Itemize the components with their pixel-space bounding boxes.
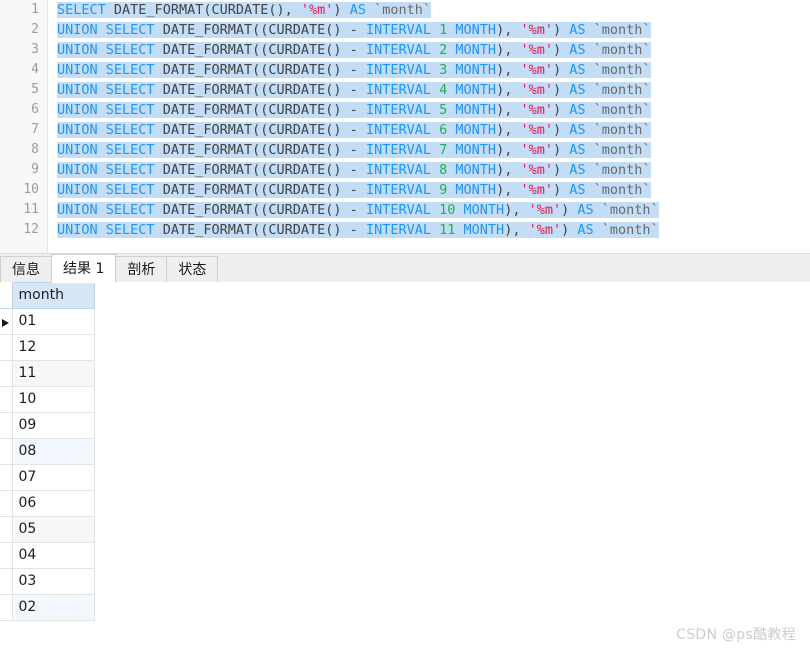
code-line-text: UNION SELECT DATE_FORMAT((CURDATE() - IN… xyxy=(57,142,651,158)
cell-month[interactable]: 12 xyxy=(11,334,95,361)
line-number: 6 xyxy=(31,102,39,117)
code-line-text: UNION SELECT DATE_FORMAT((CURDATE() - IN… xyxy=(57,62,651,78)
line-number: 10 xyxy=(23,182,39,197)
code-line[interactable]: UNION SELECT DATE_FORMAT((CURDATE() - IN… xyxy=(48,80,810,100)
code-line[interactable]: SELECT DATE_FORMAT(CURDATE(), '%m') AS `… xyxy=(48,0,810,20)
sql-code-area[interactable]: SELECT DATE_FORMAT(CURDATE(), '%m') AS `… xyxy=(48,0,810,253)
code-line[interactable]: UNION SELECT DATE_FORMAT((CURDATE() - IN… xyxy=(48,100,810,120)
result-grid[interactable]: month 01 12 11 10 09 08 07 06 05 04 03 02 xyxy=(0,282,95,621)
line-number: 12 xyxy=(23,222,39,237)
result-tab-bar: 信息 结果 1 剖析 状态 xyxy=(0,253,810,283)
table-row[interactable]: 01 xyxy=(0,308,95,335)
code-line[interactable]: UNION SELECT DATE_FORMAT((CURDATE() - IN… xyxy=(48,60,810,80)
cell-month[interactable]: 02 xyxy=(11,594,95,621)
cell-month[interactable]: 09 xyxy=(11,412,95,439)
cell-month[interactable]: 07 xyxy=(11,464,95,491)
tab-status[interactable]: 状态 xyxy=(166,256,219,283)
row-indicator-cell[interactable] xyxy=(0,542,13,569)
cell-month[interactable]: 10 xyxy=(11,386,95,413)
tab-info[interactable]: 信息 xyxy=(0,256,52,283)
cell-month[interactable]: 01 xyxy=(11,308,95,335)
line-number: 1 xyxy=(31,2,39,17)
code-line-text: UNION SELECT DATE_FORMAT((CURDATE() - IN… xyxy=(57,122,651,138)
row-indicator-cell[interactable] xyxy=(0,464,13,491)
tab-profile[interactable]: 剖析 xyxy=(115,256,168,283)
line-number: 8 xyxy=(31,142,39,157)
table-row[interactable]: 10 xyxy=(0,386,95,413)
line-number: 3 xyxy=(31,42,39,57)
table-row[interactable]: 02 xyxy=(0,594,95,621)
cell-month[interactable]: 08 xyxy=(11,438,95,465)
current-row-arrow-icon xyxy=(2,318,10,327)
line-number-gutter: 1 2 3 4 5 6 7 8 9 10 11 12 xyxy=(0,0,48,253)
code-line[interactable]: UNION SELECT DATE_FORMAT((CURDATE() - IN… xyxy=(48,40,810,60)
tab-result-1[interactable]: 结果 1 xyxy=(51,254,117,283)
code-line-text: UNION SELECT DATE_FORMAT((CURDATE() - IN… xyxy=(57,42,651,58)
table-row[interactable]: 12 xyxy=(0,334,95,361)
result-grid-body[interactable]: 01 12 11 10 09 08 07 06 05 04 03 02 xyxy=(0,308,95,621)
row-indicator-header xyxy=(0,282,12,309)
table-row[interactable]: 05 xyxy=(0,516,95,543)
line-number: 4 xyxy=(31,62,39,77)
row-indicator-cell[interactable] xyxy=(0,334,13,361)
line-number: 5 xyxy=(31,82,39,97)
row-indicator-cell[interactable] xyxy=(0,490,13,517)
table-row[interactable]: 03 xyxy=(0,568,95,595)
table-row[interactable]: 09 xyxy=(0,412,95,439)
code-line-text: UNION SELECT DATE_FORMAT((CURDATE() - IN… xyxy=(57,202,659,218)
line-number: 9 xyxy=(31,162,39,177)
column-header-month[interactable]: month xyxy=(11,282,95,309)
code-line-text: UNION SELECT DATE_FORMAT((CURDATE() - IN… xyxy=(57,102,651,118)
row-indicator-cell[interactable] xyxy=(0,594,13,621)
line-number: 11 xyxy=(23,202,39,217)
table-row[interactable]: 08 xyxy=(0,438,95,465)
row-indicator-cell[interactable] xyxy=(0,386,13,413)
result-grid-panel[interactable]: month 01 12 11 10 09 08 07 06 05 04 03 02 xyxy=(0,282,810,653)
tab-bar-filler xyxy=(217,256,810,283)
cell-month[interactable]: 04 xyxy=(11,542,95,569)
code-line[interactable]: UNION SELECT DATE_FORMAT((CURDATE() - IN… xyxy=(48,180,810,200)
header-row: month xyxy=(0,282,95,309)
code-line-text: UNION SELECT DATE_FORMAT((CURDATE() - IN… xyxy=(57,182,651,198)
code-line[interactable]: UNION SELECT DATE_FORMAT((CURDATE() - IN… xyxy=(48,200,810,220)
csdn-watermark: CSDN @ps酷教程 xyxy=(676,627,796,643)
result-grid-header: month xyxy=(0,282,95,309)
table-row[interactable]: 11 xyxy=(0,360,95,387)
code-line[interactable]: UNION SELECT DATE_FORMAT((CURDATE() - IN… xyxy=(48,20,810,40)
cell-month[interactable]: 03 xyxy=(11,568,95,595)
code-line-text: UNION SELECT DATE_FORMAT((CURDATE() - IN… xyxy=(57,22,651,38)
line-number: 2 xyxy=(31,22,39,37)
code-line-text: UNION SELECT DATE_FORMAT((CURDATE() - IN… xyxy=(57,82,651,98)
code-line[interactable]: UNION SELECT DATE_FORMAT((CURDATE() - IN… xyxy=(48,220,810,240)
table-row[interactable]: 04 xyxy=(0,542,95,569)
line-number: 7 xyxy=(31,122,39,137)
cell-month[interactable]: 06 xyxy=(11,490,95,517)
row-indicator-cell[interactable] xyxy=(0,568,13,595)
code-line-text: UNION SELECT DATE_FORMAT((CURDATE() - IN… xyxy=(57,222,659,238)
row-indicator-cell[interactable] xyxy=(0,360,13,387)
code-line[interactable]: UNION SELECT DATE_FORMAT((CURDATE() - IN… xyxy=(48,120,810,140)
row-indicator-cell[interactable] xyxy=(0,308,13,335)
row-indicator-cell[interactable] xyxy=(0,412,13,439)
row-indicator-cell[interactable] xyxy=(0,438,13,465)
table-row[interactable]: 07 xyxy=(0,464,95,491)
table-row[interactable]: 06 xyxy=(0,490,95,517)
cell-month[interactable]: 11 xyxy=(11,360,95,387)
code-line[interactable]: UNION SELECT DATE_FORMAT((CURDATE() - IN… xyxy=(48,160,810,180)
sql-editor[interactable]: 1 2 3 4 5 6 7 8 9 10 11 12 SELECT DATE_F… xyxy=(0,0,810,253)
code-line[interactable]: UNION SELECT DATE_FORMAT((CURDATE() - IN… xyxy=(48,140,810,160)
code-line-text: UNION SELECT DATE_FORMAT((CURDATE() - IN… xyxy=(57,162,651,178)
code-line-text: SELECT DATE_FORMAT(CURDATE(), '%m') AS `… xyxy=(57,2,432,18)
row-indicator-cell[interactable] xyxy=(0,516,13,543)
cell-month[interactable]: 05 xyxy=(11,516,95,543)
